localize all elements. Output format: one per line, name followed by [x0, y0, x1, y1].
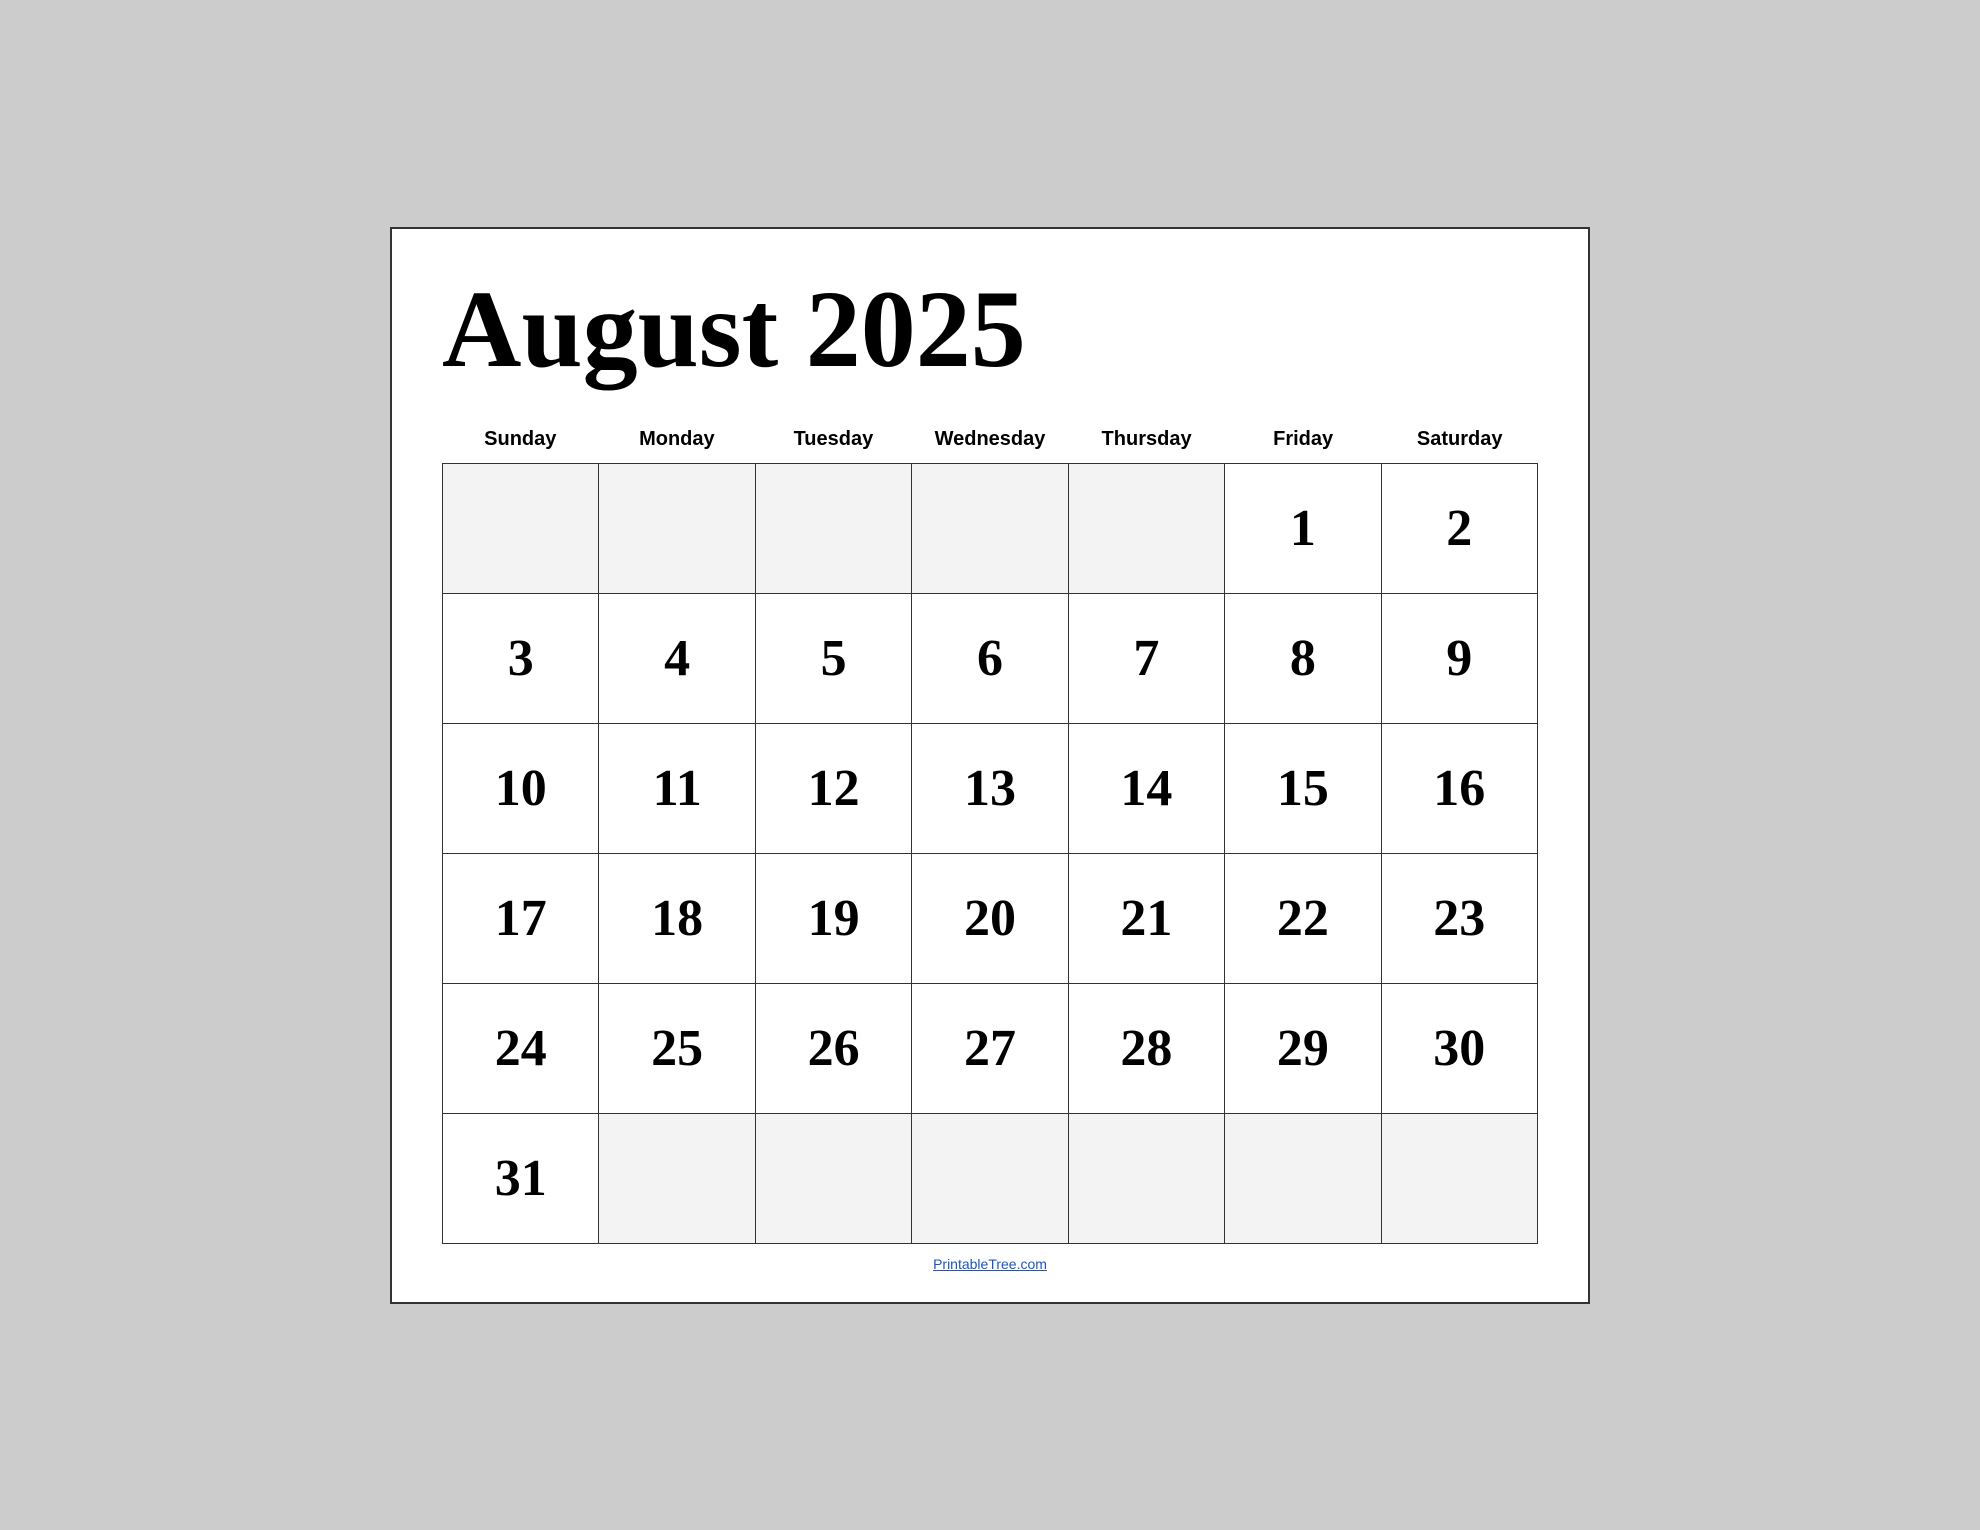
day-header-wednesday: Wednesday	[912, 420, 1069, 459]
day-cell-31: 31	[443, 1114, 599, 1244]
day-cell-24: 24	[443, 984, 599, 1114]
day-number: 29	[1277, 1019, 1329, 1078]
day-cell-28: 28	[1069, 984, 1225, 1114]
day-number: 1	[1290, 499, 1316, 558]
day-cell-21: 21	[1069, 854, 1225, 984]
day-cell-10: 10	[443, 724, 599, 854]
footer-link[interactable]: PrintableTree.com	[442, 1256, 1538, 1272]
day-number: 9	[1446, 629, 1472, 688]
day-cell-2: 2	[1382, 464, 1538, 594]
empty-cell	[912, 1114, 1068, 1244]
day-cell-18: 18	[599, 854, 755, 984]
empty-cell	[756, 464, 912, 594]
day-number: 11	[653, 759, 702, 818]
day-number: 27	[964, 1019, 1016, 1078]
day-cell-25: 25	[599, 984, 755, 1114]
empty-cell	[1382, 1114, 1538, 1244]
day-cell-20: 20	[912, 854, 1068, 984]
day-number: 28	[1120, 1019, 1172, 1078]
day-number: 12	[808, 759, 860, 818]
empty-cell	[756, 1114, 912, 1244]
day-cell-11: 11	[599, 724, 755, 854]
day-cell-22: 22	[1225, 854, 1381, 984]
day-cell-6: 6	[912, 594, 1068, 724]
day-cell-27: 27	[912, 984, 1068, 1114]
day-headers: SundayMondayTuesdayWednesdayThursdayFrid…	[442, 420, 1538, 459]
day-header-friday: Friday	[1225, 420, 1382, 459]
day-header-tuesday: Tuesday	[755, 420, 912, 459]
day-number: 30	[1433, 1019, 1485, 1078]
empty-cell	[1069, 464, 1225, 594]
day-number: 8	[1290, 629, 1316, 688]
day-number: 2	[1446, 499, 1472, 558]
day-cell-3: 3	[443, 594, 599, 724]
day-cell-13: 13	[912, 724, 1068, 854]
day-header-monday: Monday	[599, 420, 756, 459]
day-header-saturday: Saturday	[1381, 420, 1538, 459]
day-cell-17: 17	[443, 854, 599, 984]
calendar-container: SundayMondayTuesdayWednesdayThursdayFrid…	[442, 420, 1538, 1244]
day-number: 24	[495, 1019, 547, 1078]
day-cell-8: 8	[1225, 594, 1381, 724]
day-cell-16: 16	[1382, 724, 1538, 854]
empty-cell	[912, 464, 1068, 594]
empty-cell	[599, 464, 755, 594]
day-number: 13	[964, 759, 1016, 818]
day-cell-23: 23	[1382, 854, 1538, 984]
day-number: 18	[651, 889, 703, 948]
day-cell-1: 1	[1225, 464, 1381, 594]
day-number: 31	[495, 1149, 547, 1208]
calendar-page: August 2025 SundayMondayTuesdayWednesday…	[390, 227, 1590, 1304]
day-number: 20	[964, 889, 1016, 948]
day-number: 25	[651, 1019, 703, 1078]
day-cell-12: 12	[756, 724, 912, 854]
day-cell-14: 14	[1069, 724, 1225, 854]
day-header-thursday: Thursday	[1068, 420, 1225, 459]
day-cell-19: 19	[756, 854, 912, 984]
day-cell-9: 9	[1382, 594, 1538, 724]
day-number: 10	[495, 759, 547, 818]
day-number: 3	[508, 629, 534, 688]
calendar-title: August 2025	[442, 269, 1538, 390]
day-number: 22	[1277, 889, 1329, 948]
day-number: 16	[1433, 759, 1485, 818]
day-number: 19	[808, 889, 860, 948]
day-number: 21	[1120, 889, 1172, 948]
day-number: 17	[495, 889, 547, 948]
empty-cell	[599, 1114, 755, 1244]
empty-cell	[443, 464, 599, 594]
day-number: 5	[821, 629, 847, 688]
day-number: 26	[808, 1019, 860, 1078]
day-number: 23	[1433, 889, 1485, 948]
day-number: 4	[664, 629, 690, 688]
day-cell-15: 15	[1225, 724, 1381, 854]
day-header-sunday: Sunday	[442, 420, 599, 459]
empty-cell	[1069, 1114, 1225, 1244]
empty-cell	[1225, 1114, 1381, 1244]
day-number: 7	[1133, 629, 1159, 688]
day-cell-30: 30	[1382, 984, 1538, 1114]
day-cell-5: 5	[756, 594, 912, 724]
calendar-grid: 1234567891011121314151617181920212223242…	[442, 463, 1538, 1244]
day-number: 15	[1277, 759, 1329, 818]
day-number: 6	[977, 629, 1003, 688]
day-cell-7: 7	[1069, 594, 1225, 724]
day-cell-26: 26	[756, 984, 912, 1114]
day-cell-29: 29	[1225, 984, 1381, 1114]
day-cell-4: 4	[599, 594, 755, 724]
day-number: 14	[1120, 759, 1172, 818]
